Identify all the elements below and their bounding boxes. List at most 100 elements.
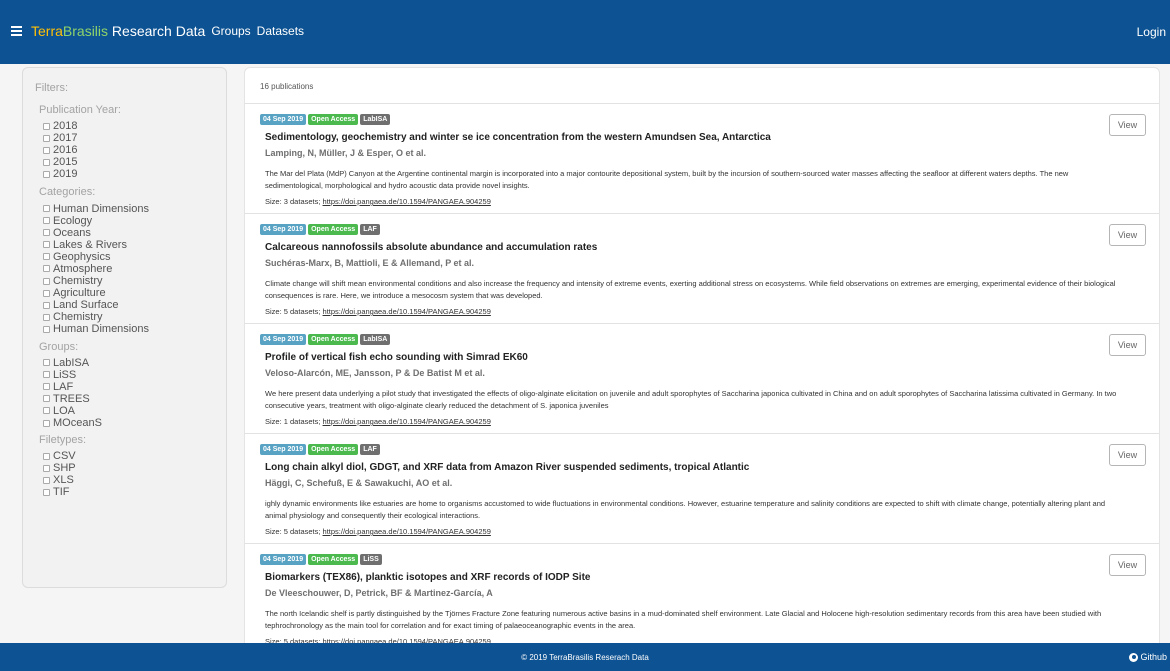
checkbox[interactable] bbox=[43, 241, 50, 249]
checkbox[interactable] bbox=[43, 217, 50, 225]
checkbox[interactable] bbox=[43, 205, 50, 213]
view-button[interactable]: View bbox=[1109, 444, 1146, 466]
checkbox[interactable] bbox=[43, 476, 50, 484]
filter-option[interactable]: 2015 bbox=[43, 156, 226, 168]
filter-option[interactable]: XLS bbox=[43, 474, 226, 486]
checkbox[interactable] bbox=[43, 122, 50, 130]
filter-option[interactable]: LOA bbox=[43, 405, 226, 417]
publication-title[interactable]: Sedimentology, geochemistry and winter s… bbox=[265, 132, 771, 143]
github-label: Github bbox=[1140, 652, 1167, 662]
checkbox[interactable] bbox=[43, 452, 50, 460]
checkbox[interactable] bbox=[43, 301, 50, 309]
checkbox[interactable] bbox=[43, 158, 50, 166]
login-link[interactable]: Login bbox=[1137, 25, 1166, 39]
brand-logo[interactable]: TerraBrasilis Research Data bbox=[31, 23, 205, 39]
nav-link-groups[interactable]: Groups bbox=[211, 24, 250, 38]
view-button[interactable]: View bbox=[1109, 554, 1146, 576]
filter-option[interactable]: Human Dimensions bbox=[43, 323, 226, 335]
view-button[interactable]: View bbox=[1109, 224, 1146, 246]
group-badge: LiSS bbox=[360, 554, 382, 565]
filter-option[interactable]: LAF bbox=[43, 381, 226, 393]
publication-abstract: The north Icelandic shelf is partly dist… bbox=[265, 609, 1102, 630]
checkbox[interactable] bbox=[43, 371, 50, 379]
checkbox[interactable] bbox=[43, 313, 50, 321]
filter-option[interactable]: MOceanS bbox=[43, 417, 226, 429]
filter-option[interactable]: 2018 bbox=[43, 120, 226, 132]
filter-option[interactable]: 2019 bbox=[43, 168, 226, 180]
open-access-badge: Open Access bbox=[308, 114, 359, 125]
checkbox[interactable] bbox=[43, 464, 50, 472]
filter-group-year: Publication Year: 2018 2017 2016 2015 20… bbox=[35, 104, 226, 180]
filter-option[interactable]: LabISA bbox=[43, 357, 226, 369]
publication-size: Size: 5 datasets; https://doi.pangaea.de… bbox=[265, 307, 491, 316]
open-access-badge: Open Access bbox=[308, 224, 359, 235]
open-access-badge: Open Access bbox=[308, 554, 359, 565]
checkbox[interactable] bbox=[43, 407, 50, 415]
checkbox[interactable] bbox=[43, 383, 50, 391]
publication-title[interactable]: Calcareous nannofossils absolute abundan… bbox=[265, 242, 597, 253]
publication-size: Size: 5 datasets; https://doi.pangaea.de… bbox=[265, 527, 491, 536]
publication-title[interactable]: Biomarkers (TEX86), planktic isotopes an… bbox=[265, 572, 590, 583]
filter-option[interactable]: Ecology bbox=[43, 215, 226, 227]
filter-option[interactable]: Atmosphere bbox=[43, 263, 226, 275]
checkbox[interactable] bbox=[43, 488, 50, 496]
checkbox[interactable] bbox=[43, 289, 50, 297]
brand-brasilis: Brasilis bbox=[62, 23, 109, 39]
doi-link[interactable]: https://doi.pangaea.de/10.1594/PANGAEA.9… bbox=[323, 307, 491, 316]
view-button[interactable]: View bbox=[1109, 114, 1146, 136]
filter-option[interactable]: Land Surface bbox=[43, 299, 226, 311]
checkbox[interactable] bbox=[43, 229, 50, 237]
brand-suffix: Research Data bbox=[108, 23, 206, 39]
doi-link[interactable]: https://doi.pangaea.de/10.1594/PANGAEA.9… bbox=[323, 527, 491, 536]
publication-authors: Häggi, C, Schefuß, E & Sawakuchi, AO et … bbox=[265, 478, 453, 488]
filter-option[interactable]: SHP bbox=[43, 462, 226, 474]
checkbox[interactable] bbox=[43, 419, 50, 427]
publication-authors: Suchéras-Marx, B, Mattioli, E & Allemand… bbox=[265, 258, 475, 268]
checkbox[interactable] bbox=[43, 325, 50, 333]
checkbox[interactable] bbox=[43, 277, 50, 285]
group-badge: LabISA bbox=[360, 114, 391, 125]
brand-terra: Terra bbox=[31, 23, 63, 39]
publication-size: Size: 1 datasets; https://doi.pangaea.de… bbox=[265, 417, 491, 426]
publication-title[interactable]: Long chain alkyl diol, GDGT, and XRF dat… bbox=[265, 462, 749, 473]
filter-option[interactable]: Oceans bbox=[43, 227, 226, 239]
filter-option[interactable]: LiSS bbox=[43, 369, 226, 381]
checkbox[interactable] bbox=[43, 265, 50, 273]
filter-option[interactable]: 2016 bbox=[43, 144, 226, 156]
checkbox[interactable] bbox=[43, 170, 50, 178]
nav-link-datasets[interactable]: Datasets bbox=[257, 24, 304, 38]
open-access-badge: Open Access bbox=[308, 444, 359, 455]
filter-group-categories: Categories: Human Dimensions Ecology Oce… bbox=[35, 186, 226, 335]
filter-option[interactable]: Chemistry bbox=[43, 311, 226, 323]
filter-option[interactable]: Chemistry bbox=[43, 275, 226, 287]
publication-title[interactable]: Profile of vertical fish echo sounding w… bbox=[265, 352, 528, 363]
publication-abstract: The Mar del Plata (MdP) Canyon at the Ar… bbox=[265, 169, 1069, 190]
doi-link[interactable]: https://doi.pangaea.de/10.1594/PANGAEA.9… bbox=[323, 197, 491, 206]
checkbox[interactable] bbox=[43, 146, 50, 154]
checkbox[interactable] bbox=[43, 134, 50, 142]
hamburger-menu-icon[interactable] bbox=[11, 26, 22, 36]
checkbox[interactable] bbox=[43, 359, 50, 367]
footer: © 2019 TerraBrasilis Reserach Data Githu… bbox=[0, 643, 1170, 671]
doi-link[interactable]: https://doi.pangaea.de/10.1594/PANGAEA.9… bbox=[323, 417, 491, 426]
footer-copyright: © 2019 TerraBrasilis Reserach Data bbox=[521, 653, 649, 662]
filter-option[interactable]: 2017 bbox=[43, 132, 226, 144]
publication-size: Size: 3 datasets; https://doi.pangaea.de… bbox=[265, 197, 491, 206]
filter-option[interactable]: CSV bbox=[43, 450, 226, 462]
filter-option[interactable]: Lakes & Rivers bbox=[43, 239, 226, 251]
filter-option[interactable]: Geophysics bbox=[43, 251, 226, 263]
filter-option[interactable]: Human Dimensions bbox=[43, 202, 226, 215]
view-button[interactable]: View bbox=[1109, 334, 1146, 356]
publication-abstract: ighly dynamic environments like estuarie… bbox=[265, 499, 1106, 520]
date-badge: 04 Sep 2019 bbox=[260, 444, 307, 455]
filter-option[interactable]: TREES bbox=[43, 393, 226, 405]
checkbox[interactable] bbox=[43, 253, 50, 261]
publication-abstract: We here present data underlying a pilot … bbox=[265, 389, 1117, 410]
github-link[interactable]: Github bbox=[1129, 652, 1167, 662]
filter-option[interactable]: Agriculture bbox=[43, 287, 226, 299]
checkbox[interactable] bbox=[43, 395, 50, 403]
filter-group-filetypes: Filetypes: CSV SHP XLS TIF bbox=[35, 434, 226, 498]
group-badge: LAF bbox=[360, 224, 380, 235]
publications-panel: 16 publications 04 Sep 2019 Open Access … bbox=[244, 67, 1160, 657]
filter-option[interactable]: TIF bbox=[43, 486, 226, 498]
